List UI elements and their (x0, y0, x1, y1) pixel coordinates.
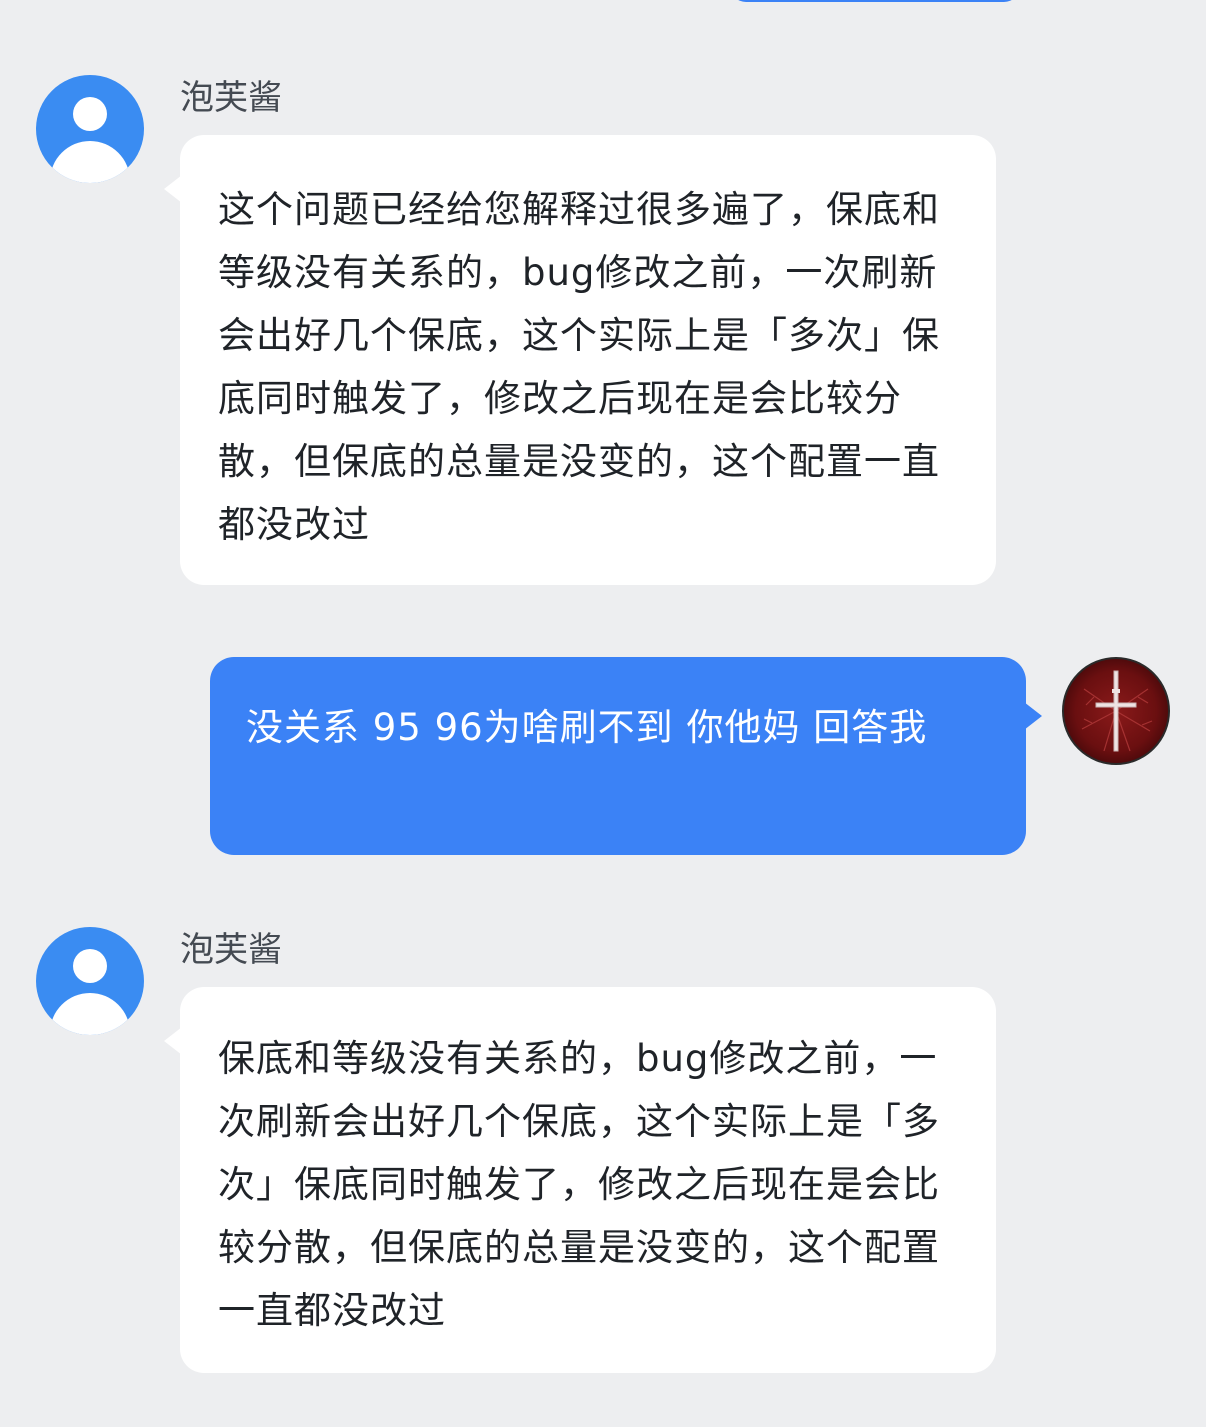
avatar-head-shape (73, 949, 107, 983)
sender-name: 泡芙酱 (180, 930, 282, 970)
default-user-avatar-icon[interactable] (36, 75, 144, 183)
chat-screen: 泡芙酱 这个问题已经给您解释过很多遍了，保底和等级没有关系的，bug修改之前，一… (0, 0, 1206, 1427)
outgoing-message-bubble[interactable]: 没关系 95 96为啥刷不到 你他妈 回答我 (210, 657, 1042, 855)
previous-outgoing-bubble-edge[interactable] (730, 0, 1020, 2)
incoming-message-bubble[interactable]: 这个问题已经给您解释过很多遍了，保底和等级没有关系的，bug修改之前，一次刷新会… (164, 135, 996, 585)
default-user-avatar-icon[interactable] (36, 927, 144, 1035)
cross-emblem-graphic (1081, 670, 1153, 752)
avatar-body-shape (50, 141, 130, 183)
sender-name: 泡芙酱 (180, 78, 282, 118)
incoming-message-bubble[interactable]: 保底和等级没有关系的，bug修改之前，一次刷新会出好几个保底，这个实际上是「多次… (164, 987, 996, 1373)
avatar-body-shape (50, 993, 130, 1035)
avatar-head-shape (73, 97, 107, 131)
red-cross-emblem-avatar-icon[interactable] (1062, 657, 1170, 765)
